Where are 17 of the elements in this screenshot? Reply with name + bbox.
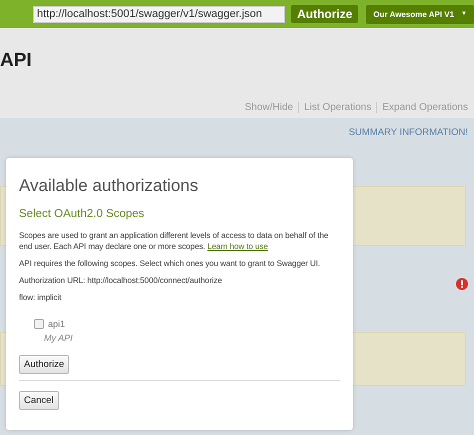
learn-link[interactable]: Learn how to use xyxy=(207,242,268,251)
page-title: API xyxy=(0,50,32,72)
dialog-title: Available authorizations xyxy=(19,176,200,196)
authorization-url: Authorization URL: http://localhost:5000/connect/authorize xyxy=(19,275,223,286)
summary-heading: SUMMARY INFORMATION! xyxy=(348,127,468,138)
cancel-button[interactable]: Cancel xyxy=(19,391,59,410)
flow-text: flow: implicit xyxy=(19,292,62,303)
scope-checkbox[interactable] xyxy=(34,319,44,329)
url-field[interactable]: http://localhost:5001/swagger/v1/swagger.json xyxy=(33,6,286,22)
scope-description: My API xyxy=(44,333,74,343)
authorize-button[interactable]: Authorize xyxy=(19,355,70,374)
scope-name: api1 xyxy=(48,319,66,329)
dialog-subtitle: Select OAuth2.0 Scopes xyxy=(19,208,146,220)
requirement-text: API requires the following scopes. Select which ones you want to grant to Swagger UI. xyxy=(19,258,322,269)
error-icon xyxy=(456,278,468,290)
authorize-button[interactable]: Authorize xyxy=(291,5,358,23)
scopes-description: Scopes are used to grant an application different levels of access to data on behalf of the end user. Each API may declare one or more scopes. Learn how to use xyxy=(19,230,330,252)
